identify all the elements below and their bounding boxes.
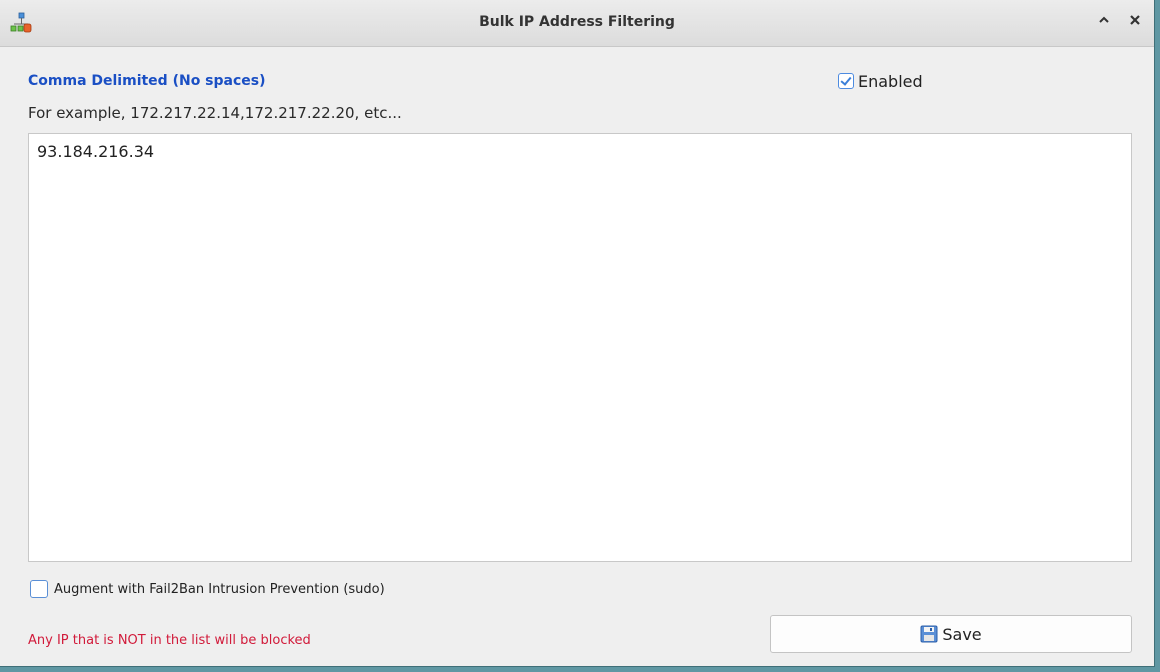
save-disk-icon: [920, 625, 938, 643]
enabled-label: Enabled: [858, 71, 923, 91]
augment-label: Augment with Fail2Ban Intrusion Preventi…: [54, 581, 385, 597]
dialog-window: Bulk IP Address Filtering Comma Delimite…: [0, 0, 1155, 667]
ip-list-textarea[interactable]: 93.184.216.34: [28, 133, 1132, 562]
enabled-checkbox[interactable]: Enabled: [838, 70, 923, 92]
block-warning: Any IP that is NOT in the list will be b…: [28, 633, 311, 648]
title-bar[interactable]: Bulk IP Address Filtering: [0, 0, 1154, 47]
checkbox-checked-icon[interactable]: [838, 73, 854, 89]
augment-fail2ban-checkbox[interactable]: Augment with Fail2Ban Intrusion Preventi…: [30, 578, 385, 600]
format-example: For example, 172.217.22.14,172.217.22.20…: [28, 104, 402, 122]
save-button[interactable]: Save: [770, 615, 1132, 653]
window-title: Bulk IP Address Filtering: [479, 14, 675, 30]
format-heading: Comma Delimited (No spaces): [28, 73, 266, 89]
save-label: Save: [942, 624, 982, 644]
chevron-up-icon[interactable]: [1093, 11, 1115, 33]
checkbox-unchecked-icon[interactable]: [30, 580, 48, 598]
close-icon[interactable]: [1124, 11, 1146, 33]
